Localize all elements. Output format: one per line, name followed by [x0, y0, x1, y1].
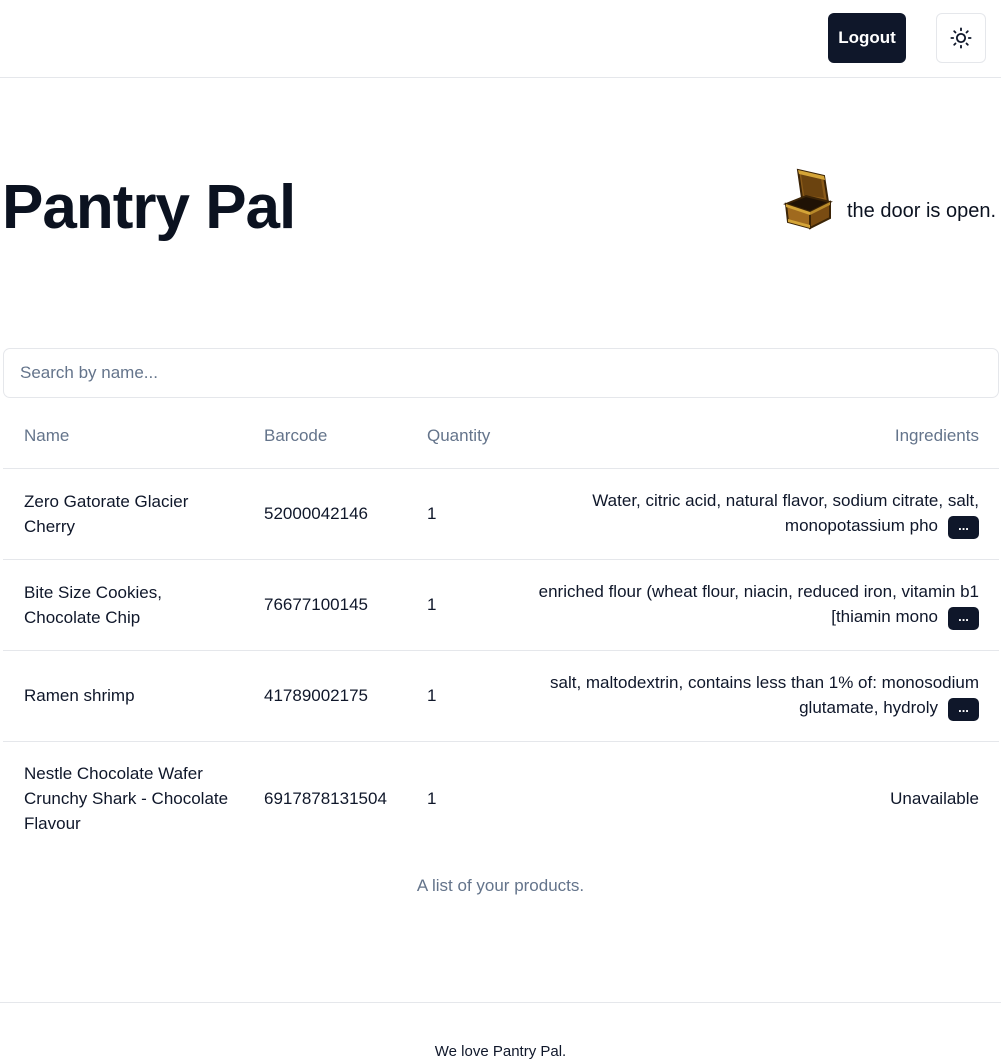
- footer: We love Pantry Pal.: [0, 1002, 1001, 1062]
- table-row: Nestle Chocolate Wafer Crunchy Shark - C…: [3, 741, 999, 855]
- product-ingredients: enriched flour (wheat flour, niacin, red…: [536, 559, 999, 651]
- page-title: Pantry Pal: [2, 173, 296, 242]
- show-more-button[interactable]: ...: [948, 606, 979, 630]
- product-barcode: 6917878131504: [264, 788, 387, 808]
- column-header-barcode: Barcode: [243, 405, 406, 469]
- ingredients-text: enriched flour (wheat flour, niacin, red…: [538, 582, 979, 627]
- product-name: Zero Gatorate Glacier Cherry: [3, 468, 243, 560]
- product-barcode: 41789002175: [243, 650, 406, 742]
- product-quantity: 1: [427, 788, 437, 808]
- table-caption: A list of your products.: [416, 876, 585, 895]
- search-input[interactable]: [3, 348, 999, 398]
- product-quantity: 1: [406, 468, 536, 560]
- product-ingredients: Unavailable: [890, 788, 979, 808]
- product-quantity: 1: [406, 559, 536, 651]
- column-header-name: Name: [3, 405, 243, 469]
- product-barcode: 76677100145: [243, 559, 406, 651]
- theme-toggle-button[interactable]: [936, 13, 986, 63]
- product-name: Ramen shrimp: [3, 650, 243, 742]
- ingredients-text: Water, citric acid, natural flavor, sodi…: [592, 491, 979, 536]
- product-ingredients: salt, maltodextrin, contains less than 1…: [536, 650, 999, 742]
- table-row: Bite Size Cookies, Chocolate Chip 766771…: [3, 559, 999, 651]
- product-ingredients: Water, citric acid, natural flavor, sodi…: [536, 468, 999, 560]
- products-table: Name Barcode Quantity Ingredients Zero G…: [3, 405, 999, 855]
- footer-text: We love Pantry Pal.: [434, 1043, 567, 1060]
- door-status: the door is open.: [780, 166, 1001, 232]
- table-row: Zero Gatorate Glacier Cherry 52000042146…: [3, 468, 999, 560]
- ingredients-text: salt, maltodextrin, contains less than 1…: [550, 673, 979, 718]
- top-bar: Logout: [0, 0, 1001, 78]
- table-header-row: Name Barcode Quantity Ingredients: [3, 405, 999, 469]
- sun-icon: [950, 27, 972, 49]
- show-more-button[interactable]: ...: [948, 697, 979, 721]
- logout-button[interactable]: Logout: [828, 13, 906, 63]
- product-name: Bite Size Cookies, Chocolate Chip: [3, 559, 243, 651]
- door-status-text: the door is open.: [847, 200, 996, 222]
- column-header-ingredients: Ingredients: [536, 405, 999, 469]
- product-quantity: 1: [406, 650, 536, 742]
- column-header-quantity: Quantity: [406, 405, 536, 469]
- table-row: Ramen shrimp 41789002175 1 salt, maltode…: [3, 650, 999, 742]
- open-chest-icon: [783, 168, 833, 230]
- product-name: Nestle Chocolate Wafer Crunchy Shark - C…: [24, 763, 229, 833]
- show-more-button[interactable]: ...: [948, 515, 979, 539]
- product-barcode: 52000042146: [243, 468, 406, 560]
